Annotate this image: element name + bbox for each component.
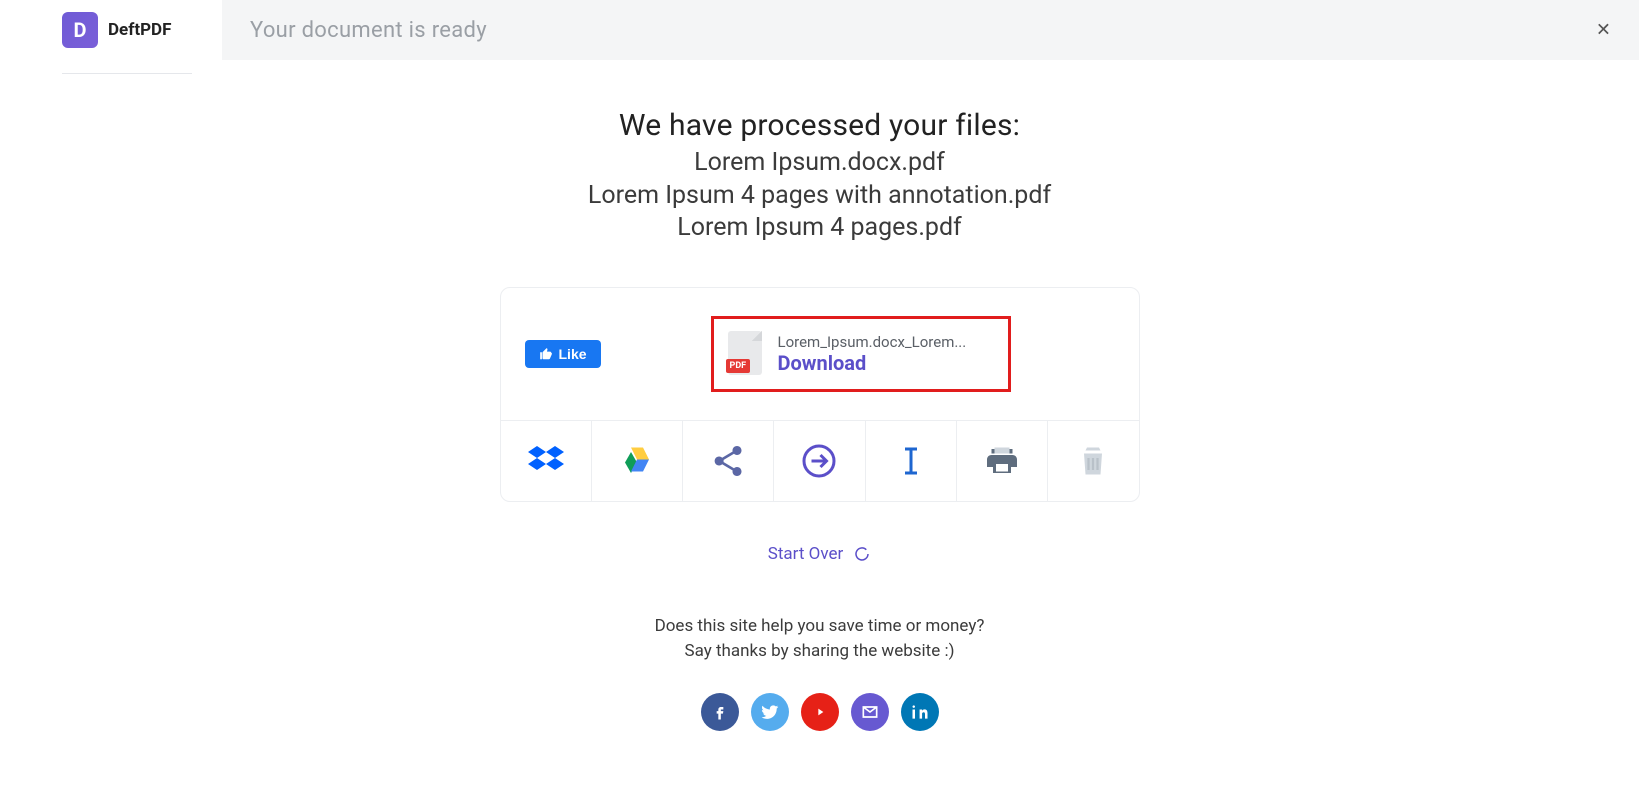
like-button[interactable]: Like [525,340,601,368]
header-bar: D DeftPDF Your document is ready ✕ [0,0,1639,60]
thanks-line2: Say thanks by sharing the website :) [0,639,1639,665]
linkedin-share[interactable] [901,693,939,731]
page-title: Your document is ready [250,18,487,43]
start-over-link[interactable]: Start Over [768,544,871,564]
pdf-file-icon: PDF [728,331,764,377]
download-label: Download [778,351,967,375]
processed-file: Lorem Ipsum 4 pages.pdf [0,212,1639,245]
email-icon [860,702,880,722]
email-share[interactable] [851,693,889,731]
twitter-share[interactable] [751,693,789,731]
rename-button[interactable] [866,421,957,501]
print-button[interactable] [957,421,1048,501]
download-box[interactable]: PDF Lorem_Ipsum.docx_Lorem... Download [711,316,1011,392]
brand-logo[interactable]: D DeftPDF [0,0,222,60]
pdf-badge: PDF [726,359,751,373]
google-drive-icon [619,443,655,479]
main-content: We have processed your files: Lorem Ipsu… [0,60,1639,731]
dropbox-button[interactable] [501,421,592,501]
google-drive-button[interactable] [592,421,683,501]
trash-icon [1075,443,1111,479]
delete-button[interactable] [1048,421,1138,501]
logo-icon: D [62,12,98,48]
thanks-text: Does this site help you save time or mon… [0,614,1639,665]
youtube-share[interactable] [801,693,839,731]
processed-file: Lorem Ipsum 4 pages with annotation.pdf [0,180,1639,213]
brand-name: DeftPDF [108,20,171,40]
rename-icon [893,443,929,479]
like-label: Like [559,346,587,362]
print-icon [984,443,1020,479]
close-button[interactable]: ✕ [1588,16,1619,45]
twitter-icon [760,702,780,722]
social-row [0,693,1639,731]
dropbox-icon [528,443,564,479]
result-card: Like PDF Lorem_Ipsum.docx_Lorem... Downl… [500,287,1140,502]
youtube-icon [810,702,830,722]
facebook-icon [710,702,730,722]
download-filename: Lorem_Ipsum.docx_Lorem... [778,333,967,351]
facebook-share[interactable] [701,693,739,731]
linkedin-icon [910,702,930,722]
processed-file: Lorem Ipsum.docx.pdf [0,147,1639,180]
thumbs-up-icon [539,347,553,361]
share-button[interactable] [683,421,774,501]
continue-arrow-icon [801,443,837,479]
action-row [501,420,1139,501]
start-over-label: Start Over [768,544,843,564]
card-top-row: Like PDF Lorem_Ipsum.docx_Lorem... Downl… [501,288,1139,420]
share-icon [710,443,746,479]
refresh-icon [853,545,871,563]
continue-button[interactable] [774,421,865,501]
processed-heading: We have processed your files: [0,108,1639,143]
processed-file-list: Lorem Ipsum.docx.pdf Lorem Ipsum 4 pages… [0,147,1639,245]
tab-underline [62,73,192,74]
thanks-line1: Does this site help you save time or mon… [0,614,1639,640]
